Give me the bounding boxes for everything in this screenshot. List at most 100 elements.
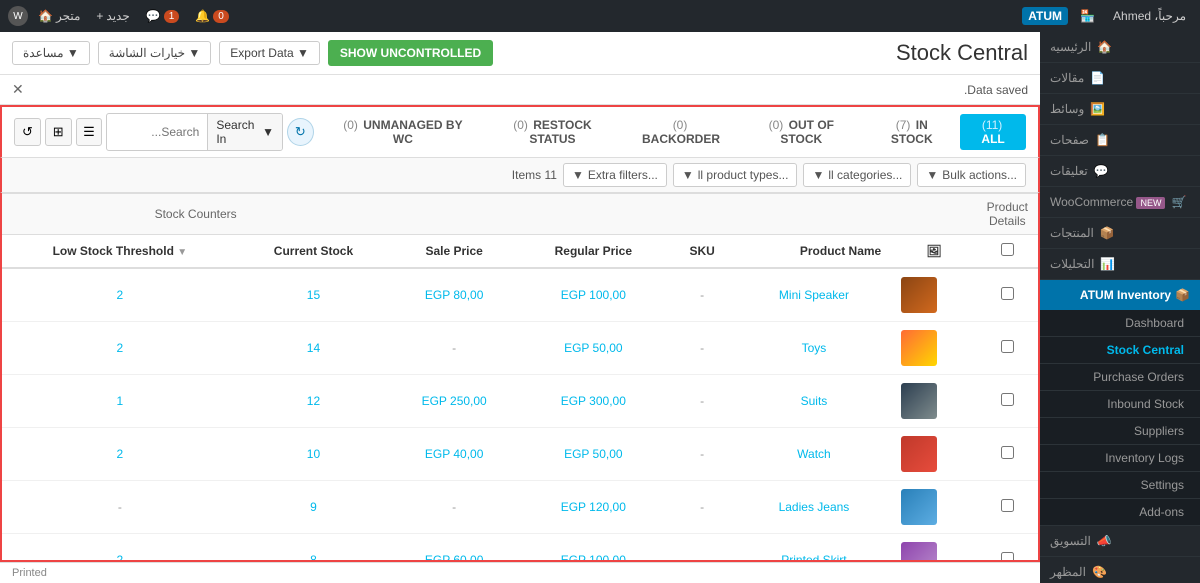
regular-price-cell: EGP 300,00 [519,375,667,428]
sale-price-cell: EGP 40,00 [389,428,519,481]
grid-view-button[interactable]: ⊞ [45,118,72,146]
sidebar-item-analytics[interactable]: 📊 التحليلات [1040,249,1200,280]
sidebar-item-appearance[interactable]: 🎨 المظهر [1040,557,1200,583]
low-stock-cell[interactable]: 2 [2,428,238,481]
current-stock-cell[interactable]: 15 [238,268,390,322]
section-details-header: Product Details [977,194,1038,235]
site-link[interactable]: 🏠 متجر [32,9,86,23]
product-thumbnail [901,383,937,419]
row-checkbox[interactable] [1001,287,1014,300]
search-in-button[interactable]: Search In ▼ [207,114,282,150]
new-item-link[interactable]: + جديد [90,9,135,23]
sidebar-sub-inventory-logs[interactable]: Inventory Logs [1040,445,1200,472]
current-stock-cell[interactable]: 10 [238,428,390,481]
sidebar-item-pages[interactable]: 📋 صفحات [1040,125,1200,156]
comments-link[interactable]: 💬 1 [140,9,186,23]
sidebar-item-woocommerce[interactable]: 🛒 WooCommerce NEW [1040,187,1200,218]
product-name-cell[interactable]: Ladies Jeans [737,481,892,534]
show-uncontrolled-button[interactable]: SHOW UNCONTROLLED [328,40,493,66]
sidebar-sub-add-ons[interactable]: Add-ons [1040,499,1200,526]
list-view-button[interactable]: ☰ [76,118,103,146]
current-stock-cell[interactable]: 14 [238,322,390,375]
help-button[interactable]: مساعدة ▼ [12,41,90,65]
select-all-checkbox[interactable] [1001,243,1014,256]
product-name-cell[interactable]: Toys [737,322,892,375]
reset-filter-button[interactable]: ↺ [14,118,41,146]
sidebar-item-posts[interactable]: 📄 مقالات [1040,63,1200,94]
thumbnail-cell [891,428,976,481]
low-stock-cell[interactable]: 2 [2,534,238,563]
table-row: 2 8 EGP 60,00 EGP 100,00 - Printed Skirt [2,534,1038,563]
sku-cell: - [668,428,737,481]
regular-price-cell: EGP 120,00 [519,481,667,534]
thumbnail-cell [891,534,976,563]
product-name-cell[interactable]: Suits [737,375,892,428]
low-stock-cell[interactable]: 1 [2,375,238,428]
current-stock-cell[interactable]: 9 [238,481,390,534]
sidebar-sub-dashboard[interactable]: Dashboard [1040,310,1200,337]
product-name-cell[interactable]: Printed Skirt [737,534,892,563]
sku-cell: - [668,481,737,534]
product-name-cell[interactable]: Mini Speaker [737,268,892,322]
screen-options-button[interactable]: خيارات الشاشة ▼ [98,41,212,65]
row-checkbox-cell[interactable] [977,375,1038,428]
sidebar-sub-suppliers[interactable]: Suppliers [1040,418,1200,445]
row-checkbox-cell[interactable] [977,322,1038,375]
sale-price-cell: - [389,322,519,375]
content-area: مساعدة ▼ خيارات الشاشة ▼ Export Data ▼ S… [0,32,1040,583]
sidebar-sub-settings[interactable]: Settings [1040,472,1200,499]
low-stock-cell[interactable]: 2 [2,268,238,322]
store-link[interactable]: 🏪 [1074,9,1101,23]
sidebar-sub-inbound-stock[interactable]: Inbound Stock [1040,391,1200,418]
sidebar-item-products[interactable]: 📦 المنتجات [1040,218,1200,249]
backorder-filter-button[interactable]: (0) BACKORDER [625,114,737,150]
row-checkbox-cell[interactable] [977,428,1038,481]
footer-bar: Printed [0,562,1040,583]
status-filters: (0) UNMANAGED BY WC (0) RESTOCK STATUS (… [326,114,1026,150]
sidebar-item-home[interactable]: 🏠 الرئيسيه [1040,32,1200,63]
export-data-button[interactable]: Export Data ▼ [219,41,320,65]
refresh-button[interactable]: ↻ [287,118,314,146]
bulk-actions-dropdown[interactable]: ▼ Bulk actions... [917,163,1026,187]
product-types-dropdown[interactable]: ▼ ll product types... [673,163,798,187]
current-stock-cell[interactable]: 8 [238,534,390,563]
row-checkbox[interactable] [1001,393,1014,406]
sidebar-item-comments[interactable]: 💬 تعليقات [1040,156,1200,187]
sidebar-sub-purchase-orders[interactable]: Purchase Orders [1040,364,1200,391]
data-saved-text: Data saved. [964,83,1028,97]
low-stock-cell: - [2,481,238,534]
notifications-link[interactable]: 🔔 0 [189,9,235,23]
product-name-cell[interactable]: Watch [737,428,892,481]
row-checkbox[interactable] [1001,499,1014,512]
regular-price-cell: EGP 50,00 [519,428,667,481]
close-notification-button[interactable]: ✕ [12,81,24,98]
product-thumbnail [901,489,937,525]
col-thumbnail: 🖼 [891,235,976,269]
sidebar-item-media[interactable]: 🖼️ وسائط [1040,94,1200,125]
col-regular-price: Regular Price [519,235,667,269]
search-input[interactable] [107,121,207,143]
restock-filter-button[interactable]: (0) RESTOCK STATUS [482,114,623,150]
low-stock-cell[interactable]: 2 [2,322,238,375]
sidebar-item-marketing[interactable]: 📣 التسويق [1040,526,1200,557]
row-checkbox[interactable] [1001,552,1014,562]
product-thumbnail [901,277,937,313]
sku-cell: - [668,268,737,322]
woo-new-badge: NEW [1136,197,1165,209]
sidebar-sub-stock-central[interactable]: Stock Central [1040,337,1200,364]
out-of-stock-filter-button[interactable]: (0) OUT OF STOCK [739,114,863,150]
all-filter-button[interactable]: (11) ALL [960,114,1026,150]
extra-filters-dropdown[interactable]: ▼ Extra filters... [563,163,667,187]
row-checkbox-cell[interactable] [977,481,1038,534]
col-checkbox-all[interactable] [977,235,1038,269]
categories-dropdown[interactable]: ▼ ll categories... [803,163,911,187]
row-checkbox-cell[interactable] [977,268,1038,322]
in-stock-filter-button[interactable]: (7) IN STOCK [865,114,958,150]
table-row: 2 10 EGP 40,00 EGP 50,00 - Watch [2,428,1038,481]
row-checkbox-cell[interactable] [977,534,1038,563]
row-checkbox[interactable] [1001,340,1014,353]
row-checkbox[interactable] [1001,446,1014,459]
current-stock-cell[interactable]: 12 [238,375,390,428]
unmanaged-filter-button[interactable]: (0) UNMANAGED BY WC [326,114,480,150]
regular-price-cell: EGP 100,00 [519,268,667,322]
